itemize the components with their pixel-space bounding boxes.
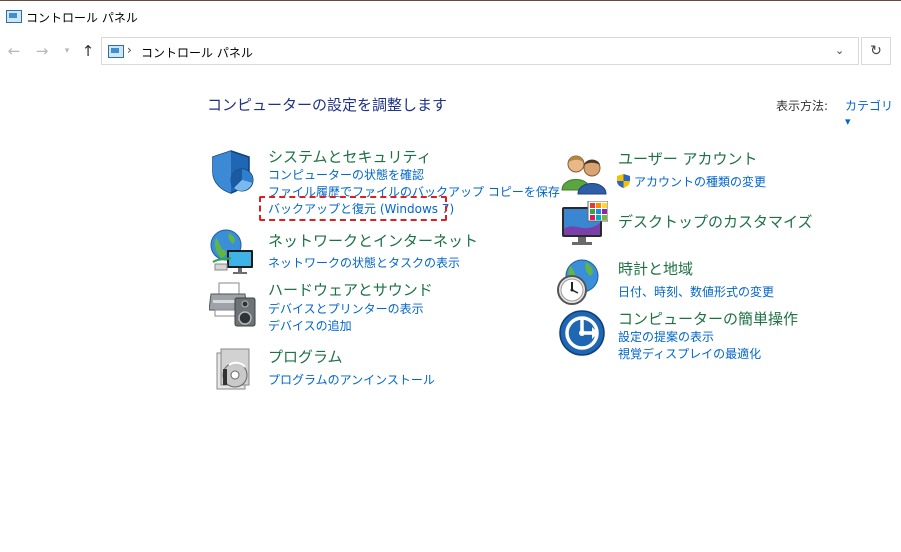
category-clock-region[interactable]: 時計と地域 — [618, 258, 693, 279]
desktop-personalize-icon[interactable] — [560, 200, 609, 249]
category-ease-of-access[interactable]: コンピューターの簡単操作 — [618, 308, 798, 329]
highlight-annotation — [259, 196, 447, 221]
breadcrumb-control-panel[interactable]: コントロール パネル — [141, 44, 253, 61]
page-title: コンピューターの設定を調整します — [207, 96, 448, 114]
printer-speaker-icon[interactable] — [208, 280, 257, 328]
window-title: コントロール パネル — [26, 11, 138, 25]
control-panel-icon — [6, 10, 22, 23]
category-hardware-sound[interactable]: ハードウェアとサウンド — [268, 279, 433, 300]
view-by-label: 表示方法: — [776, 99, 829, 113]
link-add-device[interactable]: デバイスの追加 — [268, 317, 352, 334]
back-button[interactable]: ← — [5, 42, 23, 60]
up-button[interactable]: ↑ — [79, 42, 97, 60]
link-check-computer-status[interactable]: コンピューターの状態を確認 — [268, 166, 424, 183]
category-network-internet[interactable]: ネットワークとインターネット — [268, 230, 478, 251]
link-change-date-time-format[interactable]: 日付、時刻、数値形式の変更 — [618, 283, 774, 300]
category-desktop-customize[interactable]: デスクトップのカスタマイズ — [618, 211, 813, 232]
users-icon[interactable] — [560, 150, 608, 198]
link-get-recommendations[interactable]: 設定の提案の表示 — [618, 328, 714, 345]
category-programs[interactable]: プログラム — [268, 346, 343, 367]
network-globe-icon[interactable] — [209, 228, 257, 276]
view-by-dropdown[interactable]: カテゴリ — [845, 97, 901, 128]
address-bar[interactable]: › コントロール パネル ⌄ — [101, 37, 859, 65]
link-network-status[interactable]: ネットワークの状態とタスクの表示 — [268, 254, 460, 271]
category-system-security[interactable]: システムとセキュリティ — [268, 146, 432, 167]
clock-globe-icon[interactable] — [556, 258, 604, 306]
link-uninstall-program[interactable]: プログラムのアンインストール — [268, 371, 435, 388]
title-bar: コントロール パネル — [0, 0, 901, 32]
programs-disc-icon[interactable] — [209, 345, 257, 393]
control-panel-icon — [108, 45, 124, 58]
link-optimize-visual-display[interactable]: 視覚ディスプレイの最適化 — [618, 345, 761, 362]
breadcrumb-separator[interactable]: › — [127, 43, 132, 57]
link-devices-printers[interactable]: デバイスとプリンターの表示 — [268, 300, 424, 317]
forward-button[interactable]: → — [33, 42, 51, 60]
uac-shield-icon — [617, 173, 630, 188]
refresh-button[interactable]: ↻ — [861, 37, 891, 65]
category-user-accounts[interactable]: ユーザー アカウント — [618, 148, 757, 169]
shield-icon[interactable] — [209, 148, 257, 196]
chevron-down-icon[interactable]: ⌄ — [835, 44, 844, 57]
ease-of-access-icon[interactable] — [558, 309, 606, 357]
recent-locations-chevron-icon[interactable]: ▾ — [58, 42, 76, 60]
link-change-account-type[interactable]: アカウントの種類の変更 — [634, 173, 766, 190]
